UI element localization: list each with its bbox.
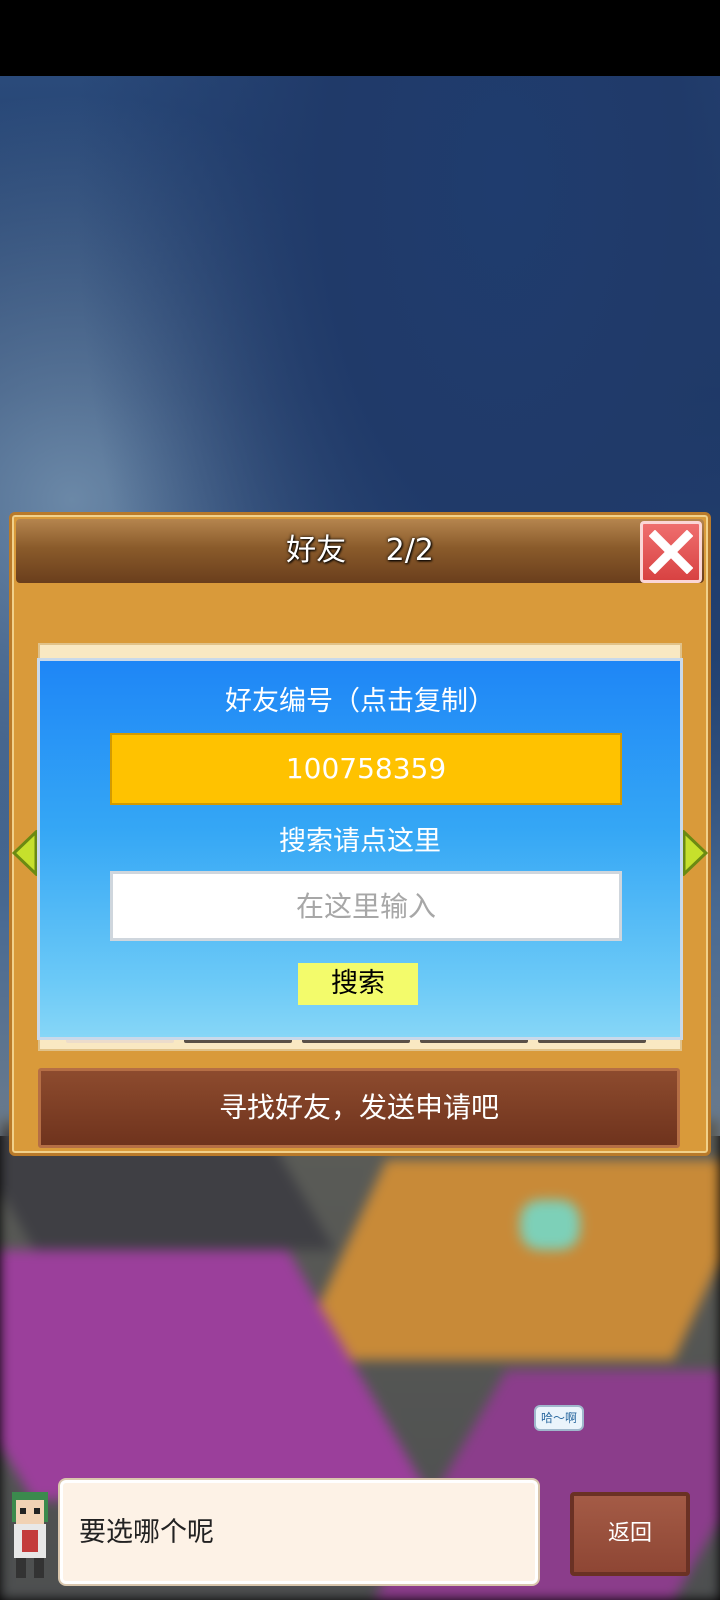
npc-speech-bubble: 哈～啊 [534,1405,584,1431]
search-label: 搜索请点这里 [279,826,441,857]
friend-id-copy-box[interactable]: 100758359 [110,733,622,805]
advisor-message: 要选哪个呢 [79,1517,214,1548]
search-button[interactable]: 搜索 [298,963,418,1005]
close-button[interactable] [640,521,702,583]
panel-title: 好友 2/2 [286,533,434,568]
advisor-message-box: 要选哪个呢 [60,1480,538,1584]
close-icon [649,530,693,574]
status-bar [0,0,720,76]
chevron-left-icon[interactable] [12,830,38,876]
chevron-right-icon[interactable] [682,830,708,876]
back-button[interactable]: 返回 [570,1492,690,1576]
find-friends-banner: 寻找好友，发送申请吧 [38,1068,680,1148]
advisor-character [12,1492,48,1578]
friend-search-dialog: 好友编号（点击复制） 100758359 搜索请点这里 搜索 [37,658,683,1040]
panel-title-bar: 好友 2/2 [16,519,704,583]
friend-id-label: 好友编号（点击复制） [225,686,495,717]
friend-search-input[interactable] [110,871,622,941]
